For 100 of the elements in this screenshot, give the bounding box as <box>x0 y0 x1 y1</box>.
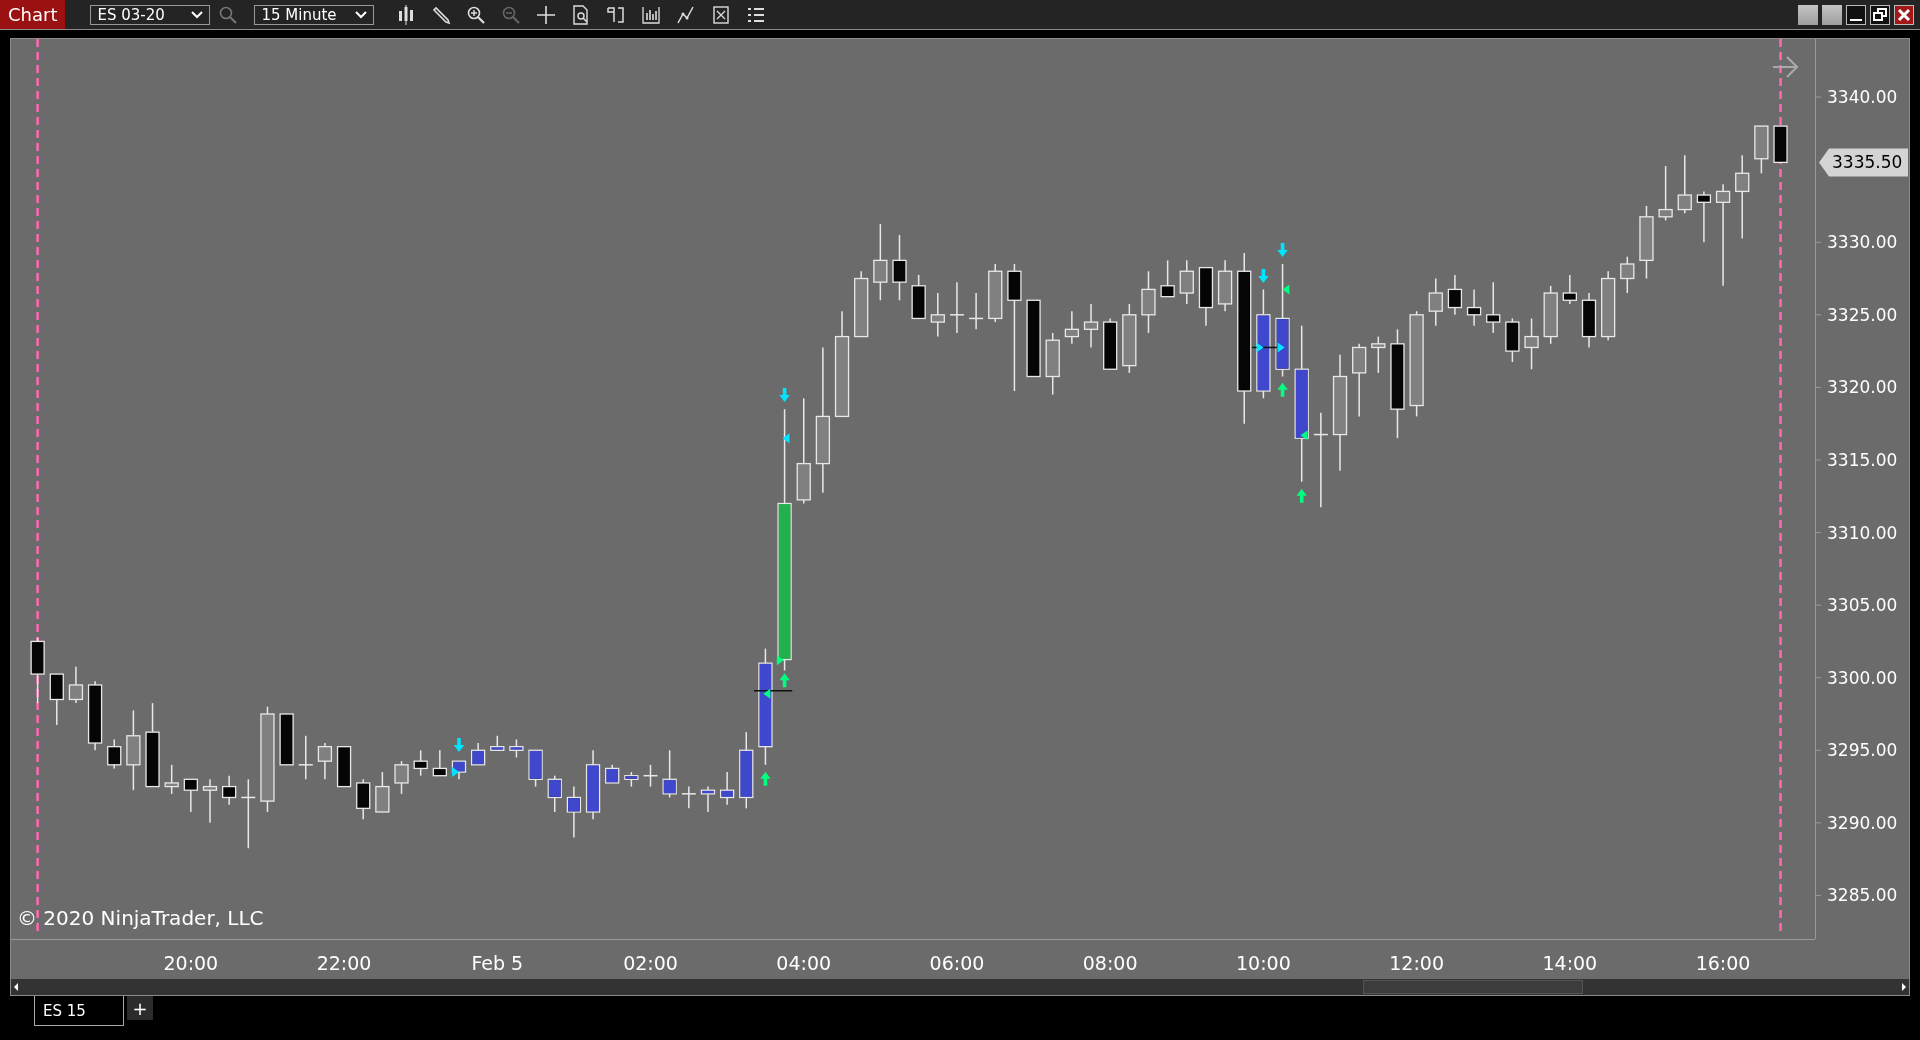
candlestick <box>1466 288 1482 327</box>
scrollbar-thumb[interactable] <box>1363 980 1583 994</box>
candlestick <box>356 778 371 820</box>
scrollbar[interactable] <box>11 979 1909 995</box>
crosshair-icon[interactable] <box>536 4 557 25</box>
time-axis-label: 10:00 <box>1236 952 1291 974</box>
signal-bar <box>510 747 523 750</box>
panel-button[interactable] <box>1822 4 1842 25</box>
down-arrow-mark <box>1277 242 1288 257</box>
candlestick <box>1198 266 1214 327</box>
candlestick <box>317 742 333 781</box>
candlestick <box>892 234 907 302</box>
instrument-dropdown[interactable]: ES 03-20 <box>90 4 211 25</box>
price-axis-label: 3320.00 <box>1827 377 1898 398</box>
candlestick <box>394 760 409 795</box>
bracket-icon[interactable] <box>606 4 627 25</box>
search-icon[interactable] <box>218 4 239 25</box>
candlestick <box>911 274 926 320</box>
candlestick <box>375 771 390 813</box>
candlestick <box>1064 310 1079 345</box>
line-chart-icon[interactable] <box>676 4 697 25</box>
candlestick <box>164 764 179 795</box>
candlestick <box>1217 259 1233 312</box>
signal-bar <box>587 765 599 812</box>
signal-bar <box>740 750 753 797</box>
time-axis-label: 20:00 <box>163 952 219 974</box>
triangle-mark <box>1282 284 1290 295</box>
candlestick <box>87 680 103 752</box>
price-axis-label: 3295.00 <box>1827 740 1898 761</box>
caret-icon <box>191 10 204 19</box>
bar-chart-icon[interactable] <box>641 4 662 25</box>
candlestick <box>240 778 257 849</box>
add-tab-button[interactable]: + <box>127 996 153 1020</box>
candlestick <box>968 292 984 331</box>
signal-bar <box>472 750 484 765</box>
time-axis-label: 14:00 <box>1542 952 1598 974</box>
price-axis-label: 3315.00 <box>1827 449 1898 470</box>
triangle-mark <box>776 655 784 666</box>
window-title: Chart <box>0 0 66 29</box>
down-arrow-mark <box>1258 269 1269 284</box>
close-icon[interactable] <box>1894 4 1914 25</box>
signal-bar <box>702 790 714 794</box>
candlestick <box>1754 125 1769 174</box>
candlestick <box>183 778 198 813</box>
zoom-out-icon[interactable] <box>501 4 522 25</box>
candlestick <box>1543 285 1558 345</box>
restore-icon[interactable] <box>1870 4 1890 25</box>
down-arrow-mark <box>453 737 465 752</box>
triangle-mark <box>763 688 771 699</box>
triangle-mark <box>1277 342 1285 353</box>
time-axis-label: 22:00 <box>316 952 372 974</box>
pencil-icon[interactable] <box>431 4 452 25</box>
candlestick <box>1045 332 1060 396</box>
caret-icon <box>355 10 368 19</box>
time-axis-label: 08:00 <box>1082 952 1138 974</box>
candlestick <box>930 292 945 338</box>
level-line <box>1251 346 1278 349</box>
price-axis-label: 3300.00 <box>1827 667 1898 688</box>
triangle-mark <box>1300 430 1308 441</box>
candlestick <box>1141 270 1156 334</box>
candlestick <box>1601 270 1616 341</box>
interval-dropdown[interactable]: 15 Minute <box>254 4 375 25</box>
minimize-icon[interactable] <box>1846 4 1866 25</box>
candlestick <box>202 778 218 824</box>
up-arrow-mark <box>779 673 790 688</box>
candlestick <box>1371 335 1386 374</box>
candlestick <box>1696 190 1712 243</box>
up-arrow-mark <box>760 771 771 786</box>
candlestick <box>413 749 428 777</box>
signal-bar <box>568 798 580 812</box>
candlestick <box>1179 259 1194 305</box>
candlestick <box>988 263 1003 323</box>
price-axis-label: 3285.00 <box>1827 885 1898 906</box>
triangle-mark <box>452 767 460 778</box>
down-arrow-mark <box>779 388 790 403</box>
price-axis-label: 3330.00 <box>1827 232 1898 253</box>
candlestick <box>1524 317 1539 370</box>
candlestick <box>432 749 447 777</box>
candlestick <box>1677 154 1692 214</box>
candlestick <box>681 785 697 810</box>
triangle-mark <box>1256 342 1264 353</box>
level-line <box>753 690 793 692</box>
chart-tab[interactable]: ES 15 <box>34 996 124 1026</box>
candlestick <box>1160 259 1175 298</box>
signal-bar <box>453 761 465 772</box>
triangle-mark <box>782 433 790 444</box>
time-axis-label: Feb 5 <box>471 952 524 974</box>
time-axis-label: 04:00 <box>776 952 832 974</box>
candlestick <box>222 774 237 806</box>
candlestick <box>68 666 84 704</box>
price-axis-label: 3325.00 <box>1827 304 1898 325</box>
candlestick <box>1083 303 1099 349</box>
copyright-text: © 2020 NinjaTrader, LLC <box>17 906 264 930</box>
candlestick <box>1620 256 1635 294</box>
panel-button[interactable] <box>1798 4 1818 25</box>
candlestick <box>854 270 869 338</box>
calculator-icon[interactable] <box>711 4 732 25</box>
candlestick <box>49 673 64 726</box>
zoom-in-icon[interactable] <box>466 4 487 25</box>
price-axis-label: 3290.00 <box>1827 812 1898 833</box>
